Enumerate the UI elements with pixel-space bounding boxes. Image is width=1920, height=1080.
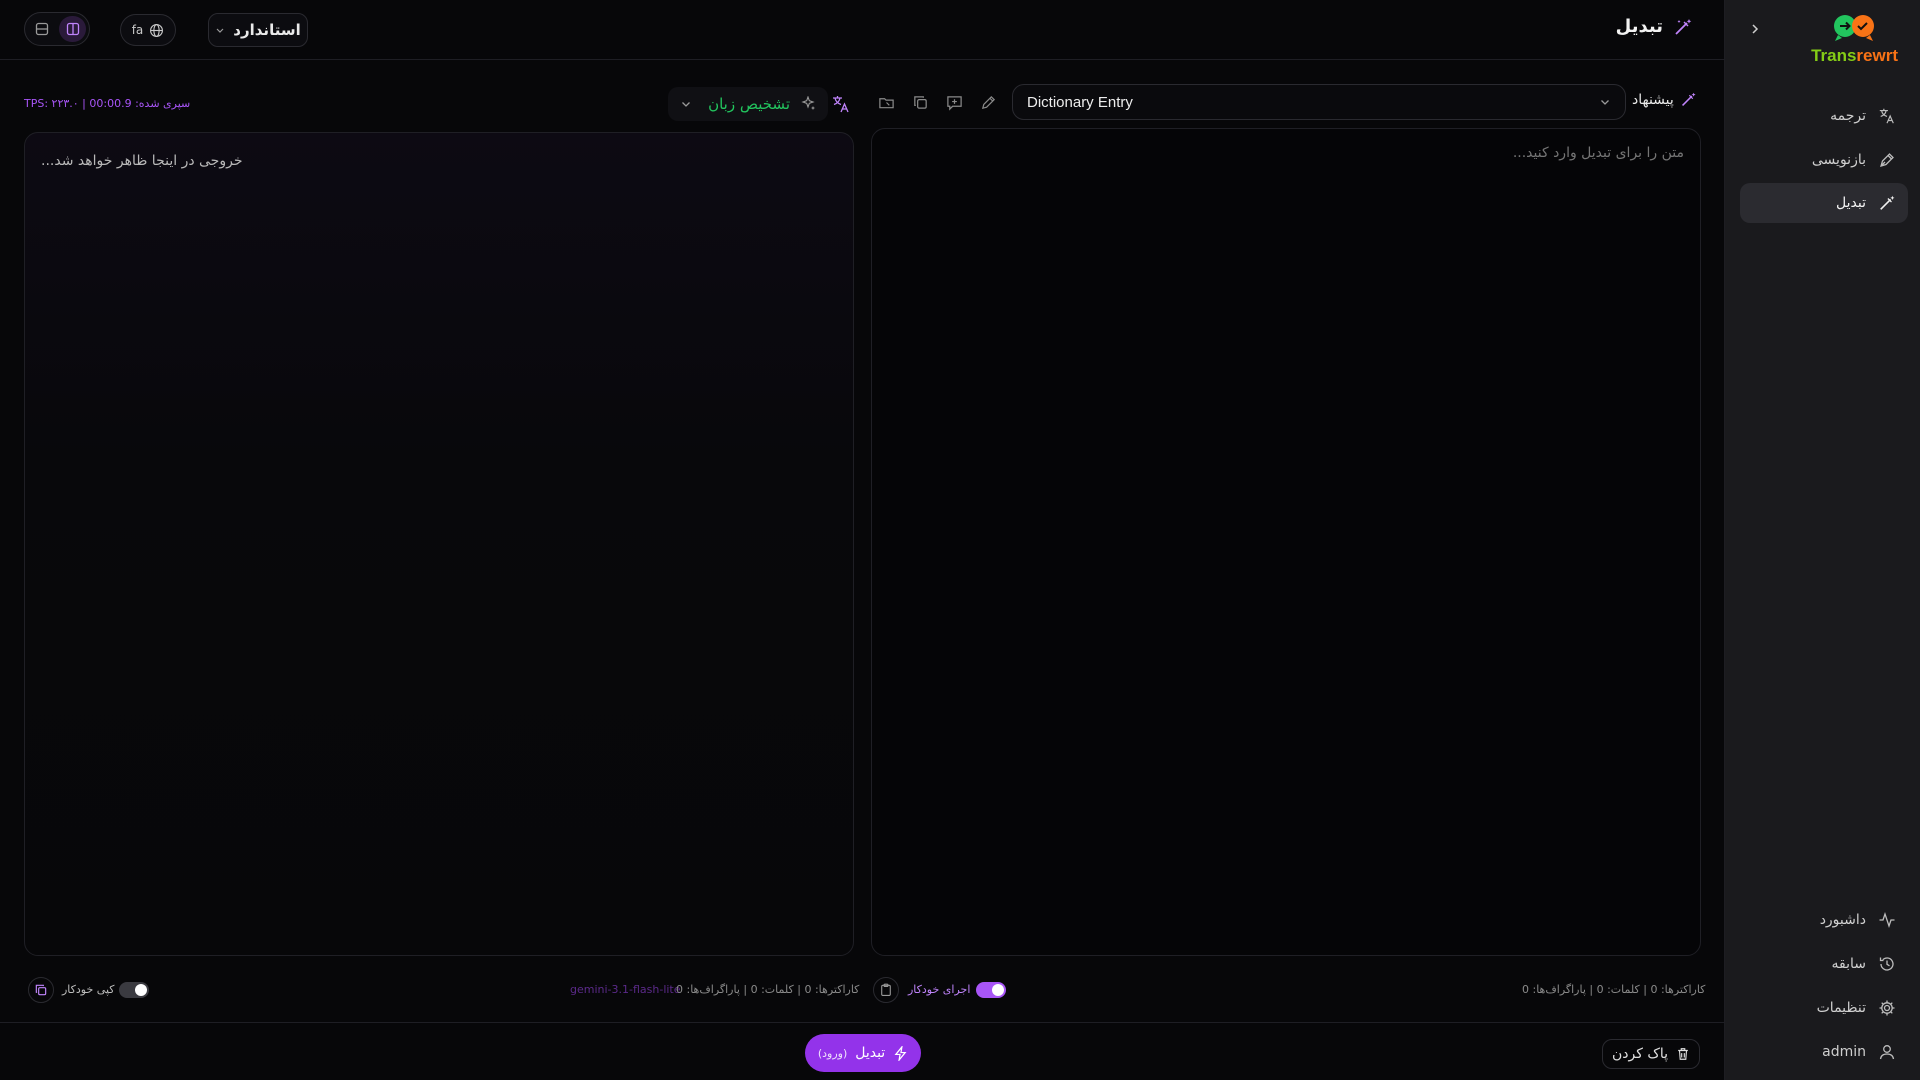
- pen-icon: [1880, 153, 1894, 167]
- trash-icon: [1678, 1048, 1688, 1060]
- logo-icon: [1833, 15, 1874, 41]
- sidebar: Transrewrt ترجمه بازنویسی تبدیل داشبورد …: [1725, 0, 1920, 1080]
- pencil-icon: [981, 95, 995, 109]
- output-panel[interactable]: خروجی در اینجا ظاهر خواهد شد...: [24, 132, 854, 956]
- view-layout-toggle: [24, 12, 90, 46]
- auto-run-toggle[interactable]: [976, 982, 1006, 998]
- clipboard-icon: [881, 983, 891, 996]
- sidebar-item-label: ترجمه: [1830, 108, 1866, 124]
- history-icon: [1879, 957, 1894, 971]
- rows-layout-icon: [35, 22, 48, 36]
- app-logo: Transrewrt: [1811, 12, 1898, 66]
- mode-select[interactable]: استاندارد: [208, 13, 308, 47]
- sidebar-item-label: تنظیمات: [1816, 1000, 1866, 1016]
- open-folder-button[interactable]: [873, 89, 899, 115]
- auto-copy-label: کپی خودکار: [62, 983, 115, 996]
- brand-name: Transrewrt: [1811, 46, 1898, 66]
- chevron-right-icon: [1752, 24, 1759, 34]
- sidebar-item-label: بازنویسی: [1811, 152, 1866, 168]
- duplicate-button[interactable]: [907, 89, 933, 115]
- model-name: gemini-3.1-flash-lite: [570, 983, 681, 996]
- suggest-button[interactable]: پیشنهاد: [1632, 91, 1697, 108]
- output-counts: کاراکترها: 0 | کلمات: 0 | پاراگراف‌ها: 0: [676, 983, 860, 996]
- page-title: تبدیل: [1616, 16, 1693, 37]
- bottom-action-bar: تبدیل (ورود) پاک کردن: [0, 1022, 1725, 1080]
- add-prompt-button[interactable]: [941, 89, 967, 115]
- mode-select-value: استاندارد: [233, 21, 301, 39]
- copy-output-button[interactable]: [28, 977, 54, 1003]
- sidebar-collapse-button[interactable]: [1749, 20, 1761, 39]
- chevron-down-icon: [216, 28, 224, 33]
- globe-icon: [150, 23, 164, 37]
- input-textarea[interactable]: [871, 128, 1701, 956]
- translate-icon: [1879, 108, 1894, 124]
- sidebar-item-settings[interactable]: تنظیمات: [1740, 988, 1908, 1028]
- bolt-icon: [894, 1045, 907, 1061]
- output-placeholder: خروجی در اینجا ظاهر خواهد شد...: [41, 153, 243, 169]
- convert-label: تبدیل: [855, 1045, 886, 1061]
- copy-icon: [35, 984, 47, 996]
- auto-copy-toggle[interactable]: [119, 982, 149, 998]
- auto-run-label: اجرای خودکار: [908, 983, 971, 996]
- edit-preset-button[interactable]: [975, 89, 1001, 115]
- sidebar-item-convert[interactable]: تبدیل: [1740, 183, 1908, 223]
- paste-button[interactable]: [873, 977, 899, 1003]
- message-plus-icon: [946, 95, 962, 111]
- ui-language-code: fa: [131, 23, 144, 37]
- preset-select[interactable]: Dictionary Entry: [1012, 84, 1626, 120]
- sidebar-item-label: تبدیل: [1836, 195, 1866, 211]
- copy-icon: [913, 95, 927, 109]
- translate-icon: [833, 96, 849, 113]
- toggle-knob: [135, 984, 147, 996]
- folder-icon: [878, 97, 894, 108]
- translate-output-button[interactable]: [828, 91, 854, 117]
- input-counts: کاراکترها: 0 | کلمات: 0 | پاراگراف‌ها: 0: [1522, 983, 1706, 996]
- sidebar-item-label: admin: [1822, 1044, 1866, 1060]
- convert-shortcut-hint: (ورود): [817, 1046, 848, 1060]
- chevron-down-icon: [1601, 100, 1609, 105]
- brand-part-2: rewrt: [1856, 46, 1898, 65]
- detect-language-select[interactable]: تشخیص زبان: [668, 87, 828, 121]
- toggle-knob: [992, 984, 1004, 996]
- detect-language-label: تشخیص زبان: [708, 95, 790, 113]
- sidebar-item-history[interactable]: سابقه: [1740, 944, 1908, 984]
- user-icon: [1879, 1045, 1895, 1060]
- ui-language-button[interactable]: fa: [120, 14, 176, 46]
- main-area: fa استاندارد تبدیل سپری شده: 00:00.9 | T…: [0, 0, 1725, 1080]
- columns-layout-icon: [66, 22, 79, 36]
- sidebar-item-rewrite[interactable]: بازنویسی: [1740, 140, 1908, 180]
- sidebar-item-dashboard[interactable]: داشبورد: [1740, 900, 1908, 940]
- run-stats: سپری شده: 00:00.9 | TPS: ۲۲۳.۰: [24, 97, 191, 110]
- chevron-down-icon: [682, 102, 690, 107]
- wand-icon: [1675, 18, 1692, 35]
- clear-label: پاک کردن: [1611, 1046, 1669, 1062]
- side-by-side-layout-button[interactable]: [59, 16, 86, 42]
- convert-button[interactable]: تبدیل (ورود): [805, 1034, 921, 1072]
- suggest-label: پیشنهاد: [1632, 91, 1674, 108]
- wand-icon: [1880, 195, 1895, 210]
- page-title-text: تبدیل: [1615, 16, 1663, 37]
- sparkles-icon: [801, 96, 815, 110]
- sidebar-item-user[interactable]: admin: [1740, 1032, 1908, 1072]
- sidebar-item-label: سابقه: [1831, 956, 1866, 972]
- gear-icon: [1879, 1000, 1895, 1016]
- stacked-layout-button[interactable]: [28, 16, 55, 42]
- preset-select-value: Dictionary Entry: [1027, 93, 1133, 111]
- top-bar: fa استاندارد تبدیل: [0, 0, 1725, 60]
- wand-icon: [1681, 92, 1696, 106]
- sidebar-item-translate[interactable]: ترجمه: [1740, 96, 1908, 136]
- clear-button[interactable]: پاک کردن: [1602, 1039, 1700, 1069]
- brand-part-1: Trans: [1811, 46, 1857, 65]
- sidebar-item-label: داشبورد: [1819, 912, 1866, 928]
- activity-icon: [1879, 911, 1895, 929]
